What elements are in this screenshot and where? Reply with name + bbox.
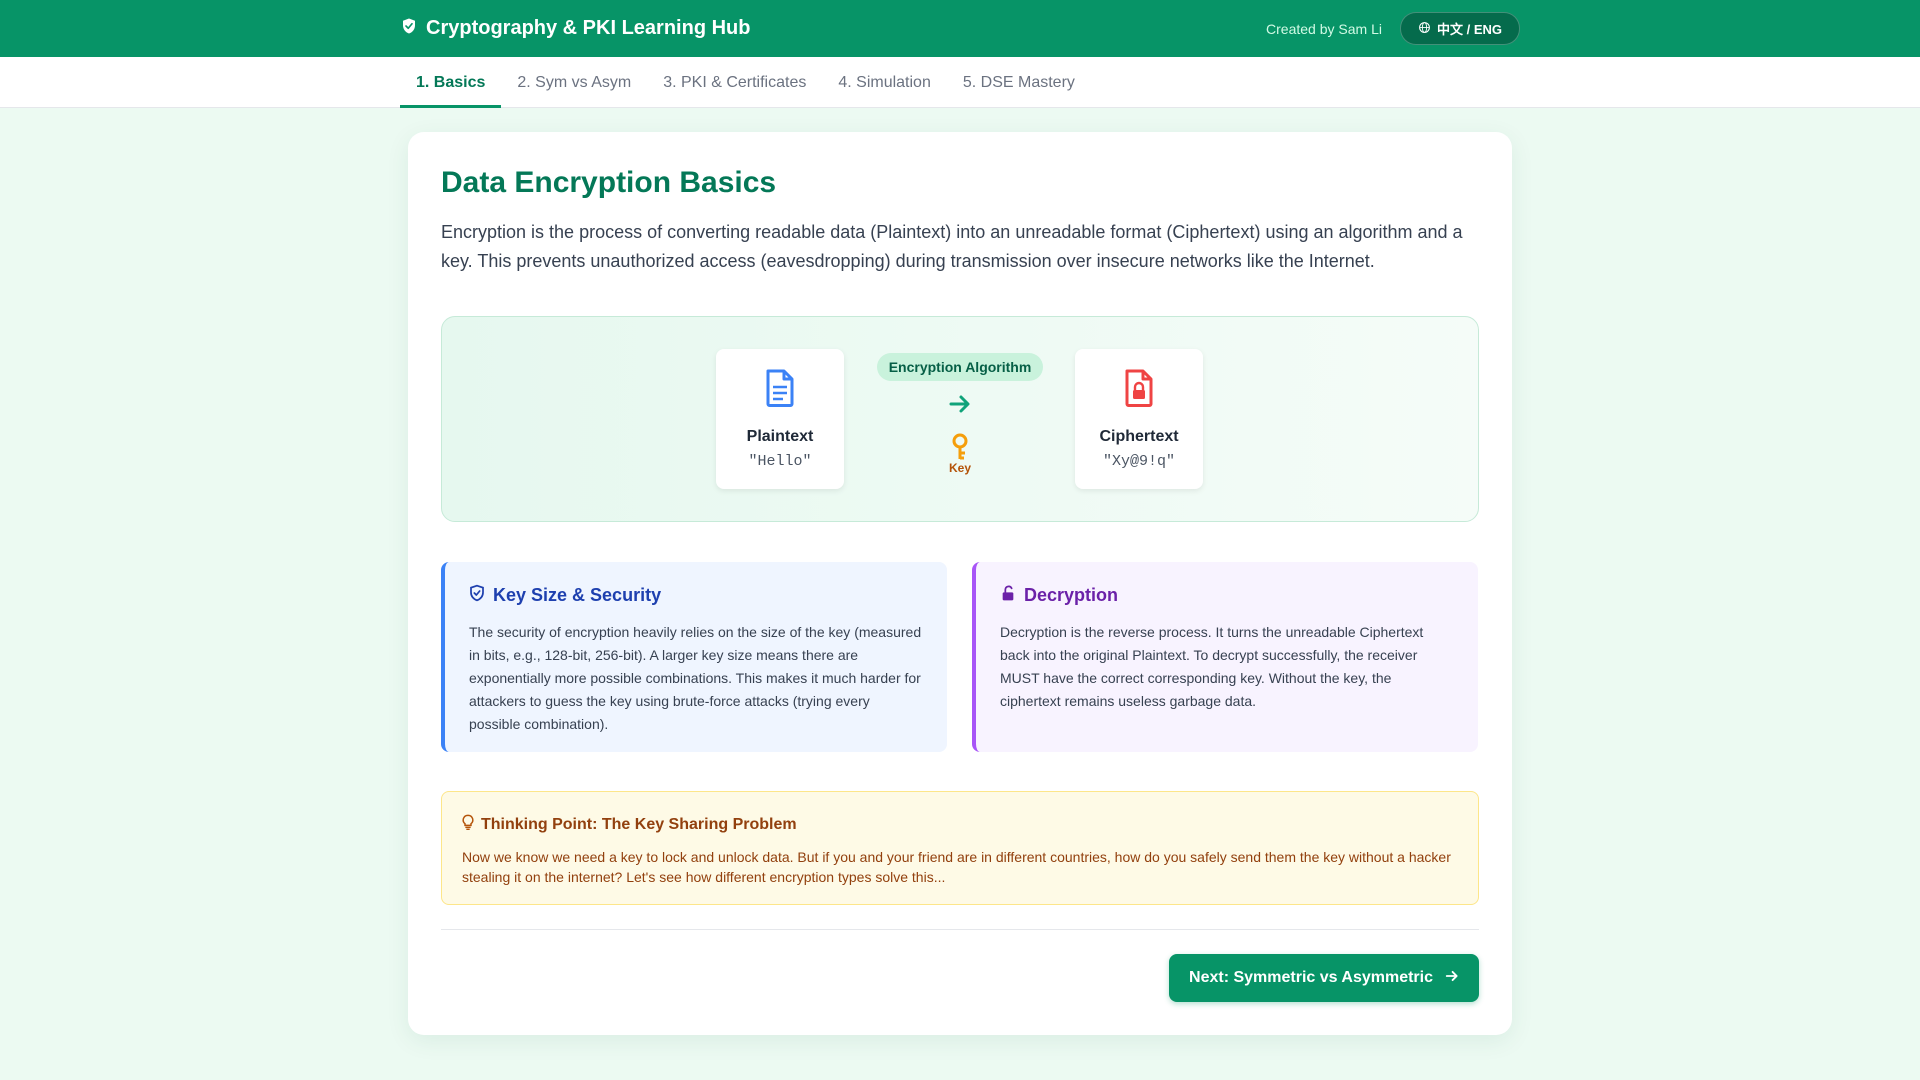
ciphertext-value: "Xy@9!q" (1102, 453, 1175, 470)
thinking-title: Thinking Point: The Key Sharing Problem (481, 815, 797, 833)
decryption-box: Decryption Decryption is the reverse pro… (972, 562, 1478, 752)
plaintext-node: Plaintext "Hello" (716, 349, 844, 489)
key-size-title: Key Size & Security (493, 585, 662, 605)
unlock-icon (1000, 584, 1016, 607)
key-label: Key (948, 461, 971, 475)
decryption-text: Decryption is the reverse process. It tu… (1000, 624, 1424, 709)
intro-paragraph: Encryption is the process of converting … (441, 222, 1463, 271)
plaintext-value: "Hello" (748, 453, 812, 470)
thinking-text: Now we know we need a key to lock and un… (462, 849, 1451, 885)
algorithm-badge: Encryption Algorithm (876, 353, 1044, 381)
language-toggle-label: 中文 / ENG (1436, 22, 1502, 37)
encryption-algorithm: Encryption Algorithm Key (876, 353, 1044, 483)
key-size-box: Key Size & Security The security of encr… (441, 562, 947, 752)
tab-pki-certificates[interactable]: 3. PKI & Certificates (647, 57, 822, 108)
app-title: Cryptography & PKI Learning Hub (426, 17, 751, 39)
key-icon (876, 433, 1044, 461)
shield-check-icon (469, 584, 485, 607)
next-button-label: Next: Symmetric vs Asymmetric (1189, 969, 1433, 986)
key-size-text: The security of encryption heavily relie… (469, 624, 922, 732)
tab-simulation[interactable]: 4. Simulation (822, 57, 947, 108)
tab-dse-mastery[interactable]: 5. DSE Mastery (947, 57, 1091, 108)
app-header: Cryptography & PKI Learning Hub Created … (0, 0, 1920, 57)
brand[interactable]: Cryptography & PKI Learning Hub (400, 17, 750, 41)
language-toggle-button[interactable]: 中文 / ENG (1399, 12, 1520, 45)
lightbulb-icon (462, 814, 474, 835)
ciphertext-label: Ciphertext (1099, 428, 1179, 445)
ciphertext-node: Ciphertext "Xy@9!q" (1075, 349, 1203, 489)
tab-sym-vs-asym[interactable]: 2. Sym vs Asym (501, 57, 647, 108)
thinking-point-box: Thinking Point: The Key Sharing Problem … (441, 791, 1479, 905)
tab-bar: 1. Basics 2. Sym vs Asym 3. PKI & Certif… (0, 57, 1920, 108)
arrow-right-icon (876, 391, 1044, 417)
tab-basics[interactable]: 1. Basics (400, 57, 502, 108)
encryption-diagram: Plaintext "Hello" Encryption Algorithm K… (441, 316, 1479, 522)
tab-list: 1. Basics 2. Sym vs Asym 3. PKI & Certif… (400, 57, 1091, 108)
arrow-right-icon (1445, 969, 1459, 988)
divider (441, 929, 1479, 930)
decryption-title: Decryption (1024, 585, 1119, 605)
creator-credit: Created by Sam Li (1266, 20, 1382, 37)
page-title: Data Encryption Basics (441, 166, 777, 199)
plaintext-label: Plaintext (746, 428, 814, 445)
shield-icon (400, 17, 418, 41)
next-button[interactable]: Next: Symmetric vs Asymmetric (1169, 954, 1479, 1002)
globe-icon (1418, 21, 1431, 37)
content-card: Data Encryption Basics Encryption is the… (408, 132, 1512, 1035)
